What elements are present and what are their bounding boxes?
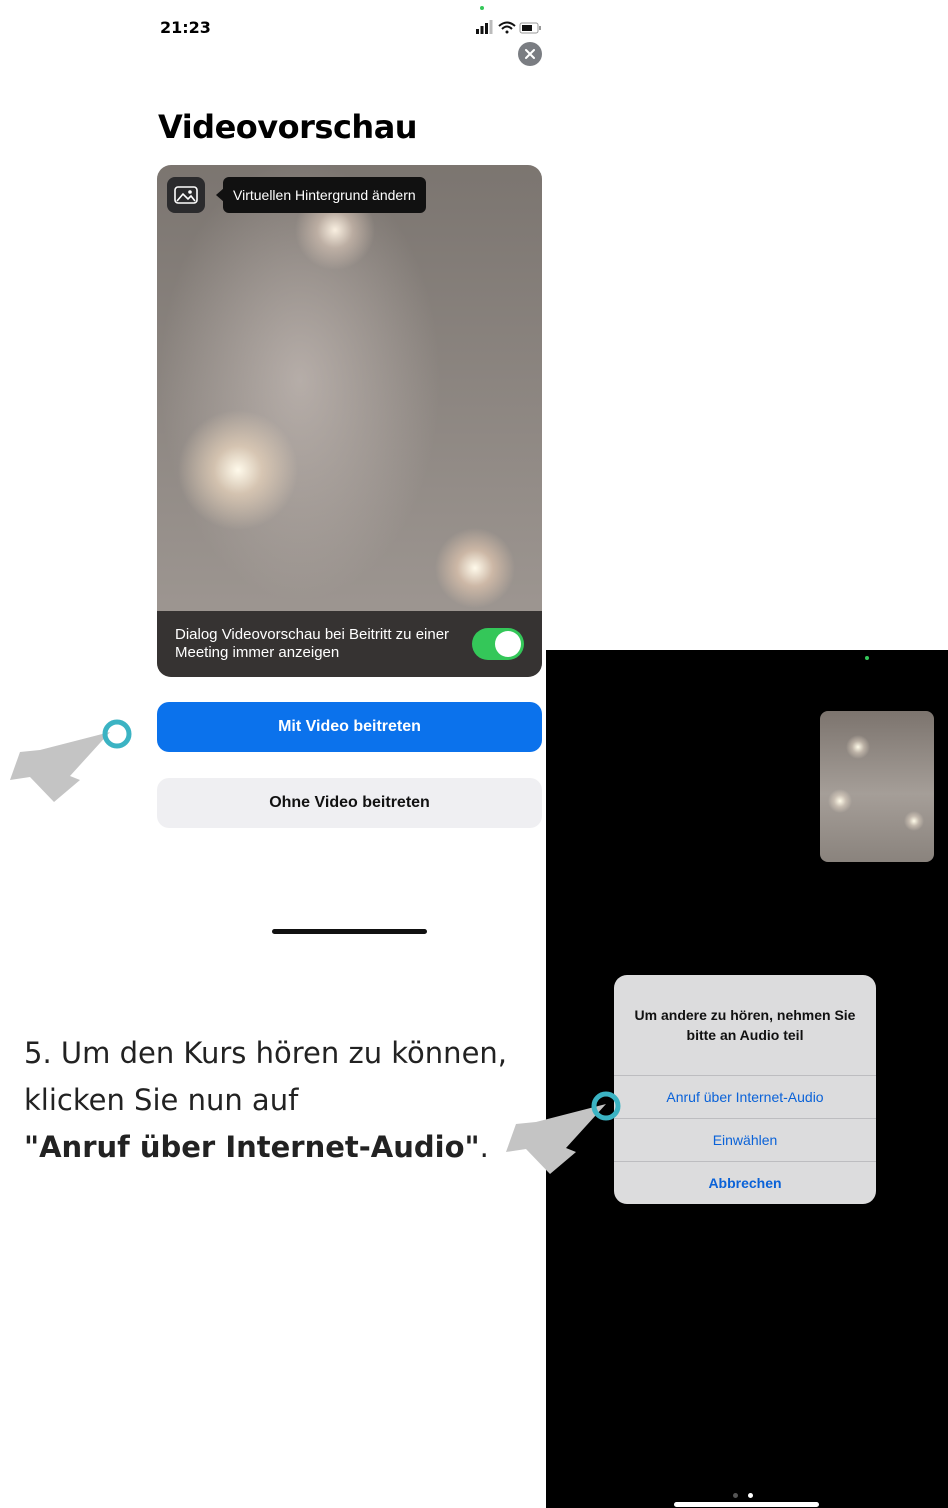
- preview-setting-bar: Dialog Videovorschau bei Beitritt zu ein…: [157, 611, 542, 677]
- preview-setting-label: Dialog Videovorschau bei Beitritt zu ein…: [175, 626, 450, 661]
- virtual-background-button[interactable]: [167, 177, 205, 213]
- instruction-line-2: klicken Sie nun auf: [24, 1083, 299, 1117]
- close-icon: [525, 49, 535, 59]
- preview-setting-toggle[interactable]: [472, 628, 524, 660]
- image-icon: [174, 186, 198, 204]
- status-icons: [476, 20, 541, 34]
- battery-icon: [519, 22, 541, 34]
- close-button[interactable]: [518, 42, 542, 66]
- dial-in-option[interactable]: Einwählen: [614, 1118, 876, 1161]
- instruction-line-1: 5. Um den Kurs hören zu können,: [24, 1036, 508, 1070]
- instruction-period: .: [479, 1130, 489, 1164]
- virtual-background-tooltip: Virtuellen Hintergrund ändern: [216, 177, 426, 213]
- home-indicator: [272, 929, 427, 934]
- privacy-indicator-2: [865, 656, 869, 660]
- status-time: 21:23: [160, 18, 211, 37]
- video-preview: Virtuellen Hintergrund ändern Dialog Vid…: [157, 165, 542, 677]
- pointer-arrow-icon: [10, 719, 132, 802]
- cancel-option[interactable]: Abbrechen: [614, 1161, 876, 1203]
- instruction-line-3: "Anruf über Internet-Audio".: [24, 1124, 507, 1171]
- audio-dialog-message: Um andere zu hören, nehmen Sie bitte an …: [634, 1007, 856, 1043]
- page-dot: [733, 1493, 738, 1498]
- internet-audio-option[interactable]: Anruf über Internet-Audio: [614, 1075, 876, 1118]
- audio-dialog: Um andere zu hören, nehmen Sie bitte an …: [614, 975, 876, 1204]
- privacy-indicator: [480, 6, 484, 10]
- page-dot-active: [748, 1493, 753, 1498]
- home-indicator-2: [674, 1502, 819, 1507]
- wifi-icon: [498, 21, 516, 34]
- pointer-arrow-icon: [506, 1091, 621, 1174]
- toggle-knob: [495, 631, 521, 657]
- page-title: Videovorschau: [158, 108, 418, 146]
- join-with-video-button[interactable]: Mit Video beitreten: [157, 702, 542, 752]
- join-without-video-button[interactable]: Ohne Video beitreten: [157, 778, 542, 828]
- self-video-thumbnail[interactable]: [820, 711, 934, 862]
- instruction-highlight: "Anruf über Internet-Audio": [24, 1130, 480, 1164]
- instruction-text: 5. Um den Kurs hören zu können, klicken …: [24, 1030, 507, 1171]
- signal-icon: [476, 20, 493, 34]
